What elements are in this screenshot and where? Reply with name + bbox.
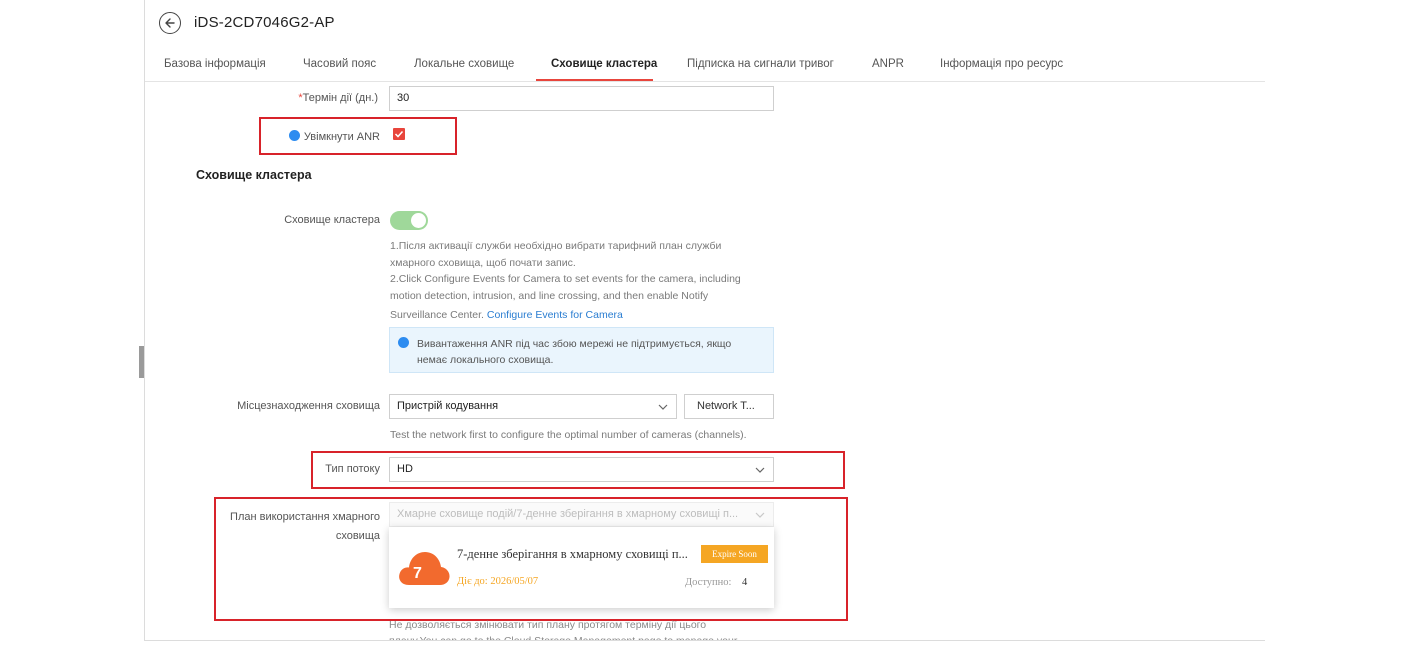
tab-time-zone[interactable]: Часовий пояс: [303, 58, 376, 70]
cluster-storage-toggle[interactable]: [390, 211, 428, 230]
available-label: Доступно:: [685, 577, 732, 588]
term-label: *Термін дії (дн.): [298, 92, 378, 104]
anr-notice: Вивантаження ANR під час збою мережі не …: [389, 327, 774, 373]
cloud-plan-option[interactable]: 7 7-денне зберігання в хмарному сховищі …: [389, 527, 774, 608]
chevron-down-icon: [755, 467, 765, 473]
device-title: iDS-2CD7046G2-AP: [194, 14, 335, 31]
storage-location-label: Місцезнаходження сховища: [237, 400, 380, 412]
chevron-down-icon: [658, 404, 668, 410]
cluster-storage-description: 1.Після активації служби необхідно вибра…: [390, 240, 741, 321]
anr-label: Увімкнути ANR: [288, 130, 380, 143]
cloud-icon: [399, 552, 450, 585]
cluster-storage-label: Сховище кластера: [284, 214, 380, 226]
available-value: 4: [742, 577, 748, 588]
back-icon[interactable]: [159, 12, 181, 34]
stream-type-label: Тип потоку: [325, 463, 380, 475]
tab-cluster-storage[interactable]: Сховище кластера: [551, 58, 657, 70]
tab-alarm-subscription[interactable]: Підписка на сигнали тривог: [687, 58, 834, 70]
plan-name: 7-денне зберігання в хмарному сховищі п.…: [457, 547, 688, 561]
tab-local-storage[interactable]: Локальне сховище: [414, 58, 514, 70]
tab-basic-info[interactable]: Базова інформація: [164, 58, 266, 70]
section-title: Сховище кластера: [196, 168, 312, 182]
term-input[interactable]: 30: [389, 86, 774, 111]
chevron-down-icon: [755, 512, 765, 518]
toggle-knob: [411, 213, 426, 228]
plan-days-number: 7: [413, 565, 422, 582]
plan-valid-until: Діє до: 2026/05/07: [457, 576, 539, 587]
storage-location-select[interactable]: Пристрій кодування: [389, 394, 677, 419]
active-tab-indicator: [536, 79, 653, 81]
anr-checkbox[interactable]: [393, 128, 405, 140]
expire-soon-badge: Expire Soon: [701, 545, 768, 563]
info-icon: [288, 130, 300, 141]
cloud-plan-label: План використання хмарного сховища: [230, 511, 380, 542]
network-hint: Test the network first to configure the …: [390, 429, 747, 441]
device-settings-panel: iDS-2CD7046G2-AP Базова інформація Часов…: [144, 0, 1265, 641]
tab-anpr[interactable]: ANPR: [872, 58, 904, 70]
configure-events-link[interactable]: Configure Events for Camera: [487, 309, 623, 321]
cloud-plan-select[interactable]: Хмарне сховище подій/7-денне зберігання …: [389, 502, 774, 527]
info-icon: [398, 337, 409, 348]
plan-change-note: Не дозволяється змінювати тип плану прот…: [389, 619, 738, 641]
stream-type-select[interactable]: HD: [389, 457, 774, 482]
network-test-button[interactable]: Network T...: [684, 394, 774, 419]
tab-bar: Базова інформація Часовий пояс Локальне …: [145, 50, 1265, 82]
tab-resource-info[interactable]: Інформація про ресурс: [940, 58, 1063, 70]
